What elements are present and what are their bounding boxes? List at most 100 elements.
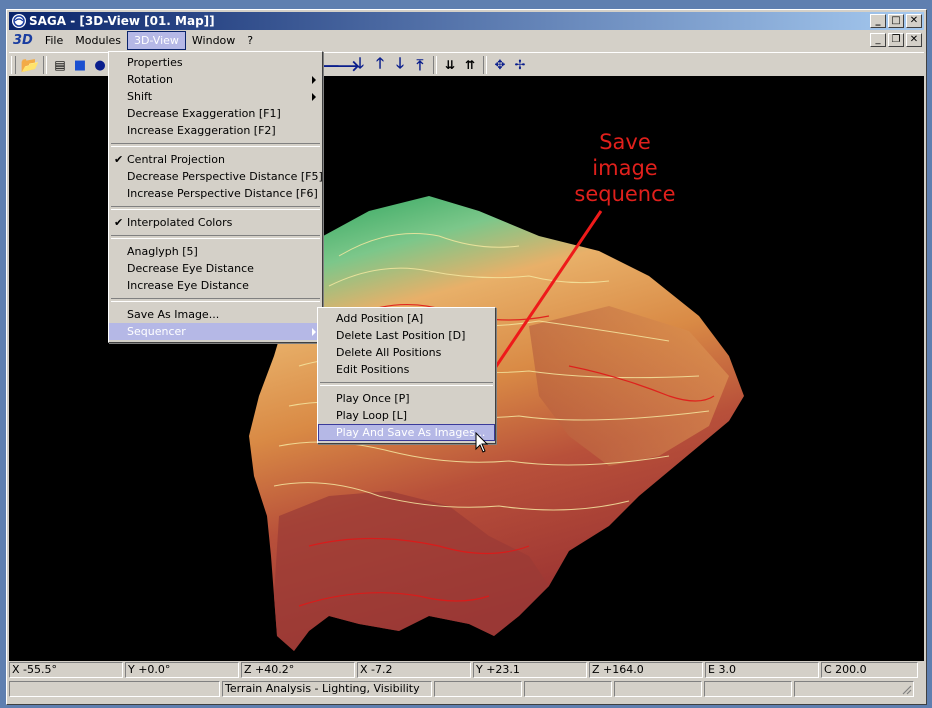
menu-item-label: Play Once [P] xyxy=(336,392,410,405)
menu-item-label: Decrease Exaggeration [F1] xyxy=(127,107,281,120)
arrow-down-icon: 🡓 xyxy=(396,53,404,72)
saga-window: SAGA - [3D-View [01. Map]] _ □ ✕ 3D File… xyxy=(6,9,927,705)
menu-item-label: Properties xyxy=(127,56,183,69)
status-panel-empty xyxy=(524,681,612,697)
menu-item-decrease-perspective[interactable]: Decrease Perspective Distance [F5] xyxy=(109,168,323,185)
status-rot-x: X -55.5° xyxy=(9,662,123,678)
menu-item-label: Decrease Perspective Distance [F5] xyxy=(127,170,323,183)
increase-exaggeration-button[interactable]: ⇈ xyxy=(460,55,480,75)
menu-separator xyxy=(111,206,320,210)
menu-item-label: Increase Exaggeration [F2] xyxy=(127,124,276,137)
menu-bar: 3D File Modules 3D-View Window ? _ ❐ ✕ xyxy=(9,31,924,50)
close-icon: ✕ xyxy=(909,34,919,45)
list-icon: ▤ xyxy=(54,58,66,72)
info-button[interactable]: ● xyxy=(90,55,110,75)
menu-separator xyxy=(111,235,320,239)
menu-item-add-position[interactable]: Add Position [A] xyxy=(318,310,495,327)
status-panel-empty xyxy=(434,681,522,697)
move-down-button[interactable]: 🡓 xyxy=(390,53,410,75)
menu-item-rotation[interactable]: Rotation xyxy=(109,71,322,88)
menu-modules[interactable]: Modules xyxy=(69,32,127,49)
child-restore-button[interactable]: ❐ xyxy=(888,33,904,47)
submenu-arrow-icon xyxy=(312,93,316,101)
menu-item-play-loop[interactable]: Play Loop [L] xyxy=(318,407,495,424)
zoom-out-button[interactable]: ✢ xyxy=(510,55,530,75)
menu-item-delete-last-position[interactable]: Delete Last Position [D] xyxy=(318,327,495,344)
child-close-button[interactable]: ✕ xyxy=(906,33,922,47)
map-icon: ■ xyxy=(73,57,87,73)
menu-help[interactable]: ? xyxy=(241,32,259,49)
toolbar-separator xyxy=(433,56,437,74)
menu-item-save-as-image[interactable]: Save As Image... xyxy=(109,306,322,323)
menu-item-increase-eye-distance[interactable]: Increase Eye Distance xyxy=(109,277,322,294)
menu-item-play-and-save-as-images[interactable]: Play And Save As Images... xyxy=(318,424,495,441)
toolbar-separator xyxy=(483,56,487,74)
menu-item-anaglyph[interactable]: Anaglyph [5] xyxy=(109,243,322,260)
minimize-icon: _ xyxy=(875,34,881,45)
menu-item-decrease-exaggeration[interactable]: Decrease Exaggeration [F1] xyxy=(109,105,322,122)
menu-item-edit-positions[interactable]: Edit Positions xyxy=(318,361,495,378)
annotation-line: image xyxy=(592,156,658,180)
exaggeration-down-icon: ⇊ xyxy=(444,58,456,72)
minimize-icon: _ xyxy=(875,15,881,26)
menu-item-central-projection[interactable]: ✔ Central Projection xyxy=(109,151,322,168)
toolbar-grip[interactable] xyxy=(11,56,16,74)
shift-up-button[interactable]: 🡑 xyxy=(370,53,390,75)
menu-item-label: Increase Perspective Distance [F6] xyxy=(127,187,318,200)
annotation-text: Save image sequence xyxy=(545,129,705,207)
minimize-button[interactable]: _ xyxy=(870,14,886,28)
submenu-arrow-icon xyxy=(312,76,316,84)
map-button[interactable]: ■ xyxy=(70,55,90,75)
arrows-in-icon: ✥ xyxy=(494,57,506,73)
menu-file[interactable]: File xyxy=(39,32,69,49)
properties-button[interactable]: ▤ xyxy=(50,55,70,75)
status-panel-grip[interactable] xyxy=(794,681,914,697)
menu-item-label: Edit Positions xyxy=(336,363,410,376)
menu-item-interpolated-colors[interactable]: ✔ Interpolated Colors xyxy=(109,214,322,231)
menu-item-delete-all-positions[interactable]: Delete All Positions xyxy=(318,344,495,361)
menu-window[interactable]: Window xyxy=(186,32,241,49)
annotation-line: sequence xyxy=(574,182,676,206)
menu-separator xyxy=(111,298,320,302)
exaggeration-up-icon: ⇈ xyxy=(464,58,476,72)
sequencer-submenu: Add Position [A] Delete Last Position [D… xyxy=(317,307,496,444)
menu-item-label: Sequencer xyxy=(127,325,186,338)
menu-item-label: Delete Last Position [D] xyxy=(336,329,466,342)
child-minimize-button[interactable]: _ xyxy=(870,33,886,47)
status-rot-y: Y +0.0° xyxy=(125,662,239,678)
menu-item-sequencer[interactable]: Sequencer xyxy=(109,323,322,340)
mouse-cursor-icon xyxy=(475,432,489,453)
menu-item-label: Anaglyph [5] xyxy=(127,245,198,258)
shift-down-button[interactable]: 🡓 xyxy=(350,54,370,75)
open-folder-button[interactable]: 📂 xyxy=(20,55,40,75)
menu-item-play-once[interactable]: Play Once [P] xyxy=(318,390,495,407)
open-folder-icon: 📂 xyxy=(20,56,40,74)
decrease-exaggeration-button[interactable]: ⇊ xyxy=(440,55,460,75)
menu-item-shift[interactable]: Shift xyxy=(109,88,322,105)
toolbar-separator xyxy=(43,56,47,74)
menu-item-label: Play And Save As Images... xyxy=(336,426,486,439)
menu-item-decrease-eye-distance[interactable]: Decrease Eye Distance xyxy=(109,260,322,277)
menu-item-properties[interactable]: Properties xyxy=(109,54,322,71)
maximize-button[interactable]: □ xyxy=(888,14,904,28)
submenu-arrow-icon xyxy=(312,328,316,336)
menu-item-increase-exaggeration[interactable]: Increase Exaggeration [F2] xyxy=(109,122,322,139)
close-button[interactable]: ✕ xyxy=(906,14,922,28)
menu-item-label: Shift xyxy=(127,90,153,103)
info-icon: ● xyxy=(94,57,106,73)
shift-right-button[interactable]: 🡒 xyxy=(320,55,360,75)
menu-item-label: Add Position [A] xyxy=(336,312,424,325)
menu-item-label: Play Loop [L] xyxy=(336,409,408,422)
arrow-up-icon: 🡑 xyxy=(376,53,384,72)
zoom-in-button[interactable]: ✥ xyxy=(490,55,510,75)
title-bar: SAGA - [3D-View [01. Map]] _ □ ✕ xyxy=(9,12,924,30)
menu-item-label: Decrease Eye Distance xyxy=(127,262,254,275)
arrows-out-icon: ✢ xyxy=(514,57,526,73)
annotation-line: Save xyxy=(599,130,651,154)
close-icon: ✕ xyxy=(909,15,919,26)
status-rot-z: Z +40.2° xyxy=(241,662,355,678)
menu-3d-view[interactable]: 3D-View xyxy=(127,31,186,50)
coordinate-status-bar: X -55.5° Y +0.0° Z +40.2° X -7.2 Y +23.1… xyxy=(9,662,924,678)
move-up-button[interactable]: ⤒ xyxy=(410,55,430,75)
menu-item-increase-perspective[interactable]: Increase Perspective Distance [F6] xyxy=(109,185,322,202)
